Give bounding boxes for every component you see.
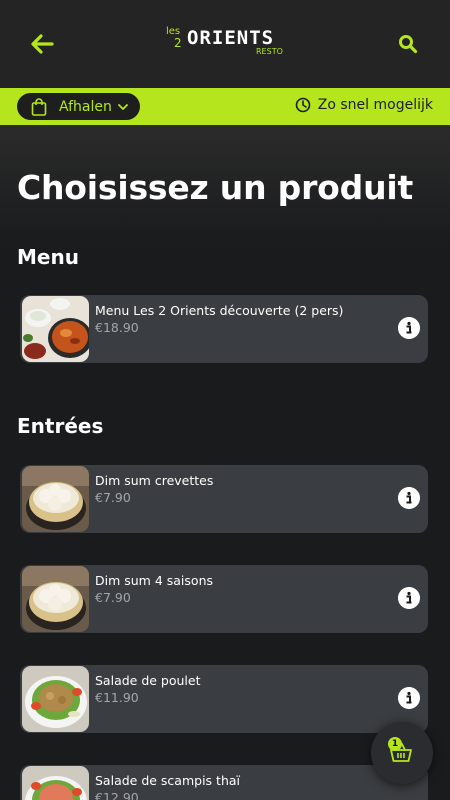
- product-card[interactable]: Menu Les 2 Orients découverte (2 pers) €…: [20, 295, 428, 363]
- salad-image: [22, 766, 89, 800]
- section-title-entrees: Entrées: [17, 414, 104, 438]
- product-card[interactable]: Salade de scampis thaï €12.90: [20, 765, 428, 800]
- product-name: Menu Les 2 Orients découverte (2 pers): [95, 303, 344, 318]
- clock-icon: [295, 97, 311, 113]
- logo-orients: ORIENTS: [187, 27, 275, 49]
- logo-resto: RESTO: [256, 47, 283, 56]
- app-header: les 2 ORIENTS RESTO: [0, 0, 450, 88]
- product-price: €12.90: [95, 790, 139, 800]
- product-card[interactable]: Dim sum crevettes €7.90: [20, 465, 428, 533]
- curry-dish-image: [22, 296, 89, 362]
- product-price: €18.90: [95, 320, 139, 335]
- section-title-menu: Menu: [17, 245, 79, 269]
- pickup-mode-label: Afhalen: [59, 98, 112, 115]
- cart-count-badge: 1: [388, 737, 402, 751]
- dim-sum-image: [22, 566, 89, 632]
- shopping-bag-icon: [31, 97, 47, 116]
- info-icon[interactable]: [398, 587, 420, 609]
- pickup-mode-dropdown[interactable]: Afhalen: [17, 93, 140, 120]
- dim-sum-image: [22, 466, 89, 532]
- chevron-down-icon: [117, 103, 128, 110]
- restaurant-logo[interactable]: les 2 ORIENTS RESTO: [160, 24, 290, 64]
- salad-image: [22, 666, 89, 732]
- product-name: Dim sum 4 saisons: [95, 573, 213, 588]
- product-price: €11.90: [95, 690, 139, 705]
- product-name: Salade de scampis thaï: [95, 773, 240, 788]
- info-icon[interactable]: [398, 687, 420, 709]
- info-icon[interactable]: [398, 487, 420, 509]
- page-title: Choisissez un produit: [17, 168, 414, 207]
- product-price: €7.90: [95, 490, 131, 505]
- product-name: Salade de poulet: [95, 673, 201, 688]
- product-price: €7.90: [95, 590, 131, 605]
- product-card[interactable]: Salade de poulet €11.90: [20, 665, 428, 733]
- pickup-time-selector[interactable]: Zo snel mogelijk: [295, 97, 433, 113]
- order-mode-bar: Afhalen Zo snel mogelijk: [0, 88, 450, 125]
- product-name: Dim sum crevettes: [95, 473, 214, 488]
- info-icon[interactable]: [398, 317, 420, 339]
- cart-button[interactable]: 1: [371, 722, 433, 784]
- search-icon[interactable]: [396, 32, 420, 56]
- logo-two: 2: [174, 36, 182, 50]
- product-card[interactable]: Dim sum 4 saisons €7.90: [20, 565, 428, 633]
- pickup-time-label: Zo snel mogelijk: [317, 97, 433, 113]
- arrow-left-icon[interactable]: [28, 30, 56, 58]
